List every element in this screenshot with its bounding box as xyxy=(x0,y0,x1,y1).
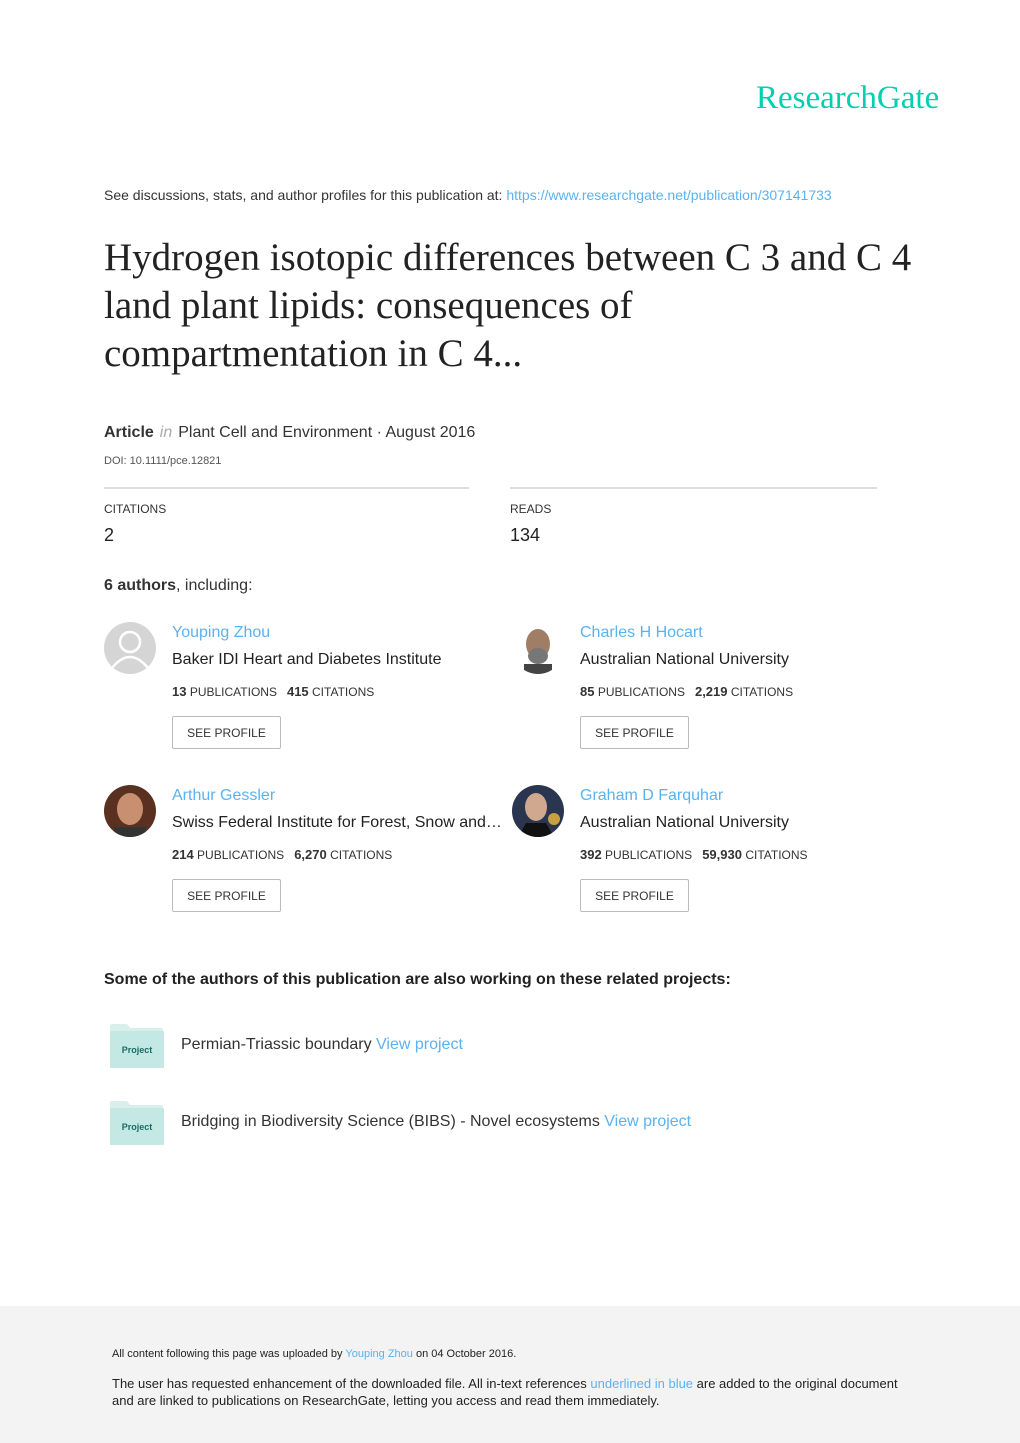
reads-label: READS xyxy=(510,502,552,516)
project-folder-icon: Project xyxy=(109,1024,165,1068)
author-name-link[interactable]: Youping Zhou xyxy=(172,624,270,642)
project-title: Permian-Triassic boundary View project xyxy=(181,1036,463,1053)
author-name-link[interactable]: Charles H Hocart xyxy=(580,624,703,642)
author-card: Youping Zhou Baker IDI Heart and Diabete… xyxy=(104,622,512,762)
citations-label: CITATIONS xyxy=(104,502,167,516)
author-name-link[interactable]: Arthur Gessler xyxy=(172,787,275,805)
see-profile-button[interactable]: SEE PROFILE xyxy=(172,879,281,912)
view-project-link[interactable]: View project xyxy=(376,1036,463,1053)
intro-text: See discussions, stats, and author profi… xyxy=(104,187,507,203)
project-title: Bridging in Biodiversity Science (BIBS) … xyxy=(181,1113,692,1130)
researchgate-logo[interactable]: ResearchGate xyxy=(756,80,939,117)
in-label: in xyxy=(159,424,173,441)
author-photo-icon xyxy=(512,622,564,674)
author-counts: 392 PUBLICATIONS 59,930 CITATIONS xyxy=(580,847,808,862)
author-card: Arthur Gessler Swiss Federal Institute f… xyxy=(104,785,512,925)
page-title: Hydrogen isotopic differences between C … xyxy=(104,236,912,375)
authors-heading-rest: , including: xyxy=(176,577,253,594)
authors-count: 6 authors xyxy=(104,577,177,594)
author-institution: Australian National University xyxy=(580,814,789,831)
underlined-in-blue-text: underlined in blue xyxy=(590,1376,694,1391)
footer: All content following this page was uplo… xyxy=(0,1306,1020,1443)
upload-note: All content following this page was uplo… xyxy=(112,1348,517,1360)
avatar[interactable] xyxy=(512,785,564,837)
view-project-link[interactable]: View project xyxy=(604,1113,691,1130)
article-meta: Article in Plant Cell and Environment · Au… xyxy=(104,424,475,442)
citations-count: 2 xyxy=(104,525,115,545)
see-profile-button[interactable]: SEE PROFILE xyxy=(580,879,689,912)
doi: DOI: 10.1111/pce.12821 xyxy=(104,455,222,467)
author-counts: 214 PUBLICATIONS 6,270 CITATIONS xyxy=(172,847,393,862)
project-folder-icon: Project xyxy=(109,1101,165,1145)
see-profile-button[interactable]: SEE PROFILE xyxy=(172,716,281,749)
profile-intro: See discussions, stats, and author profi… xyxy=(104,187,832,203)
default-avatar-icon xyxy=(111,630,149,669)
related-projects-heading: Some of the authors of this publication … xyxy=(104,971,731,988)
divider xyxy=(510,487,877,489)
author-photo-icon xyxy=(512,785,564,837)
author-card: Charles H Hocart Australian National Uni… xyxy=(512,622,920,762)
author-card: Graham D Farquhar Australian National Un… xyxy=(512,785,920,925)
uploader-link[interactable]: Youping Zhou xyxy=(345,1348,413,1360)
author-counts: 13 PUBLICATIONS 415 CITATIONS xyxy=(172,684,375,699)
journal: Plant Cell and Environment · August 2016 xyxy=(178,424,476,441)
author-institution: Swiss Federal Institute for Forest, Snow… xyxy=(172,814,504,831)
see-profile-button[interactable]: SEE PROFILE xyxy=(580,716,689,749)
author-institution: Australian National University xyxy=(580,651,789,668)
enhancement-note: The user has requested enhancement of th… xyxy=(112,1376,898,1408)
author-institution: Baker IDI Heart and Diabetes Institute xyxy=(172,651,442,668)
avatar[interactable] xyxy=(512,622,564,674)
article-type: Article xyxy=(104,424,154,441)
avatar[interactable] xyxy=(104,785,156,837)
author-counts: 85 PUBLICATIONS 2,219 CITATIONS xyxy=(580,684,794,699)
reads-count: 134 xyxy=(510,525,541,545)
avatar[interactable] xyxy=(104,622,156,674)
author-photo-icon xyxy=(104,785,156,837)
authors-heading: 6 authors, including: xyxy=(104,577,253,595)
divider xyxy=(104,487,469,489)
author-name-link[interactable]: Graham D Farquhar xyxy=(580,787,723,805)
publication-url-link[interactable]: https://www.researchgate.net/publication… xyxy=(506,187,831,203)
